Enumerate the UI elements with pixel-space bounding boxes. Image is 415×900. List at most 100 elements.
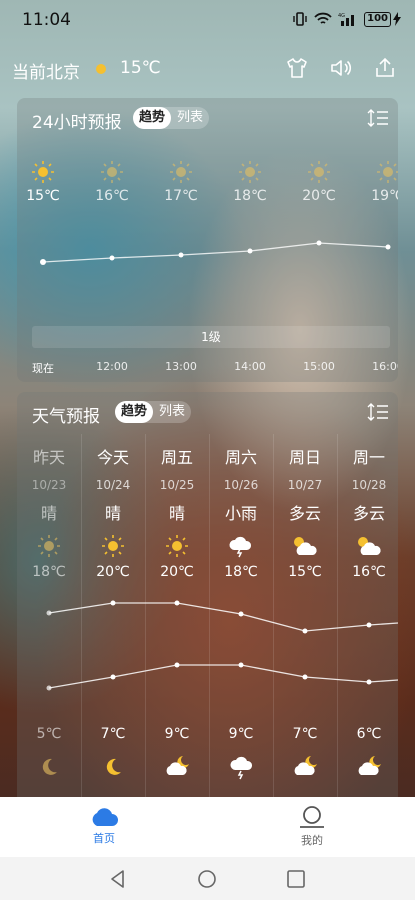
recents-icon[interactable] (286, 869, 306, 889)
day-high-temp: 16℃ (352, 564, 386, 580)
low-point (302, 674, 308, 680)
low-point (174, 662, 180, 668)
hourly-item: 20℃ (289, 160, 349, 204)
nav-home[interactable]: 首页 (64, 805, 144, 846)
day-high-temp: 18℃ (224, 564, 258, 580)
system-nav-bar (0, 857, 415, 900)
vibrate-icon (293, 12, 307, 26)
sun-icon (101, 161, 123, 183)
sun-icon (32, 161, 54, 183)
hourly-time: 13:00 (165, 360, 197, 373)
hourly-header: 24小时预报 趋势 列表 (17, 98, 398, 138)
cloud-sun-icon (294, 537, 317, 555)
sun-icon (377, 161, 398, 183)
location-label[interactable]: 当前北京 (12, 58, 80, 83)
toggle-list[interactable]: 列表 (171, 107, 209, 129)
current-temperature: 15℃ (120, 58, 161, 78)
nav-mine-label: 我的 (301, 834, 323, 847)
cloud-moon-icon (166, 756, 189, 775)
day-column[interactable]: 昨天 10/23 晴 (17, 432, 81, 562)
cloud-moon-icon (294, 756, 317, 775)
wifi-icon (314, 12, 332, 24)
day-condition: 晴 (168, 504, 185, 523)
home-icon[interactable] (197, 869, 217, 889)
high-point (174, 600, 180, 606)
sort-icon[interactable] (366, 401, 390, 423)
moon-icon (42, 758, 57, 775)
day-low-temp: 6℃ (356, 726, 382, 742)
day-high-temp: 20℃ (96, 564, 130, 580)
high-point (238, 611, 244, 617)
day-column[interactable]: 周六 10/26 小雨 (209, 432, 273, 562)
thunder-rain-icon (229, 536, 252, 558)
hourly-temp: 17℃ (164, 188, 198, 204)
day-name: 昨天 (32, 448, 65, 467)
sun-icon (102, 535, 124, 557)
low-point (110, 674, 116, 680)
day-date: 10/28 (351, 478, 387, 492)
hourly-title: 24小时预报 (32, 113, 122, 133)
day-low-temp: 7℃ (100, 726, 126, 742)
day-date: 10/23 (31, 478, 67, 492)
hourly-time: 16:00 (372, 360, 398, 373)
high-point (110, 600, 116, 606)
hourly-time: 12:00 (96, 360, 128, 373)
sort-icon[interactable] (366, 107, 390, 129)
day-column[interactable]: 周一 10/28 多云 (337, 432, 398, 562)
day-low-temp: 9℃ (228, 726, 254, 742)
toggle-list[interactable]: 列表 (153, 401, 191, 423)
toggle-trend[interactable]: 趋势 (133, 107, 172, 129)
day-column[interactable]: 今天 10/24 晴 (81, 432, 145, 562)
day-high-temp: 15℃ (288, 564, 322, 580)
day-condition: 多云 (352, 504, 385, 523)
low-point (366, 679, 372, 685)
back-icon[interactable] (108, 869, 128, 889)
day-name: 周日 (288, 448, 321, 467)
share-icon[interactable] (373, 56, 397, 80)
battery-level: 100 (364, 11, 391, 27)
signal-icon: 4G (338, 13, 355, 26)
hourly-view-toggle: 趋势 列表 (133, 107, 210, 129)
day-low-temp: 9℃ (164, 726, 190, 742)
daily-view-toggle: 趋势 列表 (115, 401, 192, 423)
hourly-temp-curve (40, 240, 391, 265)
hourly-item: 17℃ (151, 160, 211, 204)
svg-text:4G: 4G (338, 13, 345, 19)
toggle-trend[interactable]: 趋势 (115, 401, 154, 423)
clothing-icon[interactable] (285, 56, 309, 80)
moon-icon (106, 758, 121, 775)
hourly-time: 14:00 (234, 360, 266, 373)
wind-level-bar: 1级 (32, 326, 390, 348)
hourly-point (385, 244, 391, 250)
hourly-point (316, 240, 322, 246)
sun-icon (308, 161, 330, 183)
speaker-icon[interactable] (329, 56, 353, 80)
sun-icon (239, 161, 261, 183)
hourly-item: 18℃ (220, 160, 280, 204)
nav-home-label: 首页 (93, 832, 115, 845)
top-bar: 当前北京 15℃ (0, 52, 415, 88)
nav-mine[interactable]: 我的 (272, 805, 352, 848)
low-point (238, 662, 244, 668)
day-name: 周一 (352, 448, 385, 467)
battery-indicator: 100 (364, 11, 401, 27)
day-high-temp: 18℃ (32, 564, 66, 580)
day-high-temp: 20℃ (160, 564, 194, 580)
day-condition: 多云 (288, 504, 321, 523)
hourly-time: 现在 (32, 362, 54, 375)
cloud-sun-icon (358, 537, 381, 555)
status-time: 11:04 (22, 10, 71, 30)
day-name: 今天 (96, 448, 129, 467)
hourly-point (247, 248, 253, 254)
cloud-icon (92, 808, 118, 826)
day-date: 10/25 (159, 478, 195, 492)
hourly-temp: 19℃ (371, 188, 398, 204)
hourly-item: 16℃ (82, 160, 142, 204)
hourly-point (40, 259, 46, 265)
day-name: 周六 (224, 448, 257, 467)
top-actions (285, 56, 397, 80)
high-point (302, 628, 308, 634)
day-column[interactable]: 周五 10/25 晴 (145, 432, 209, 562)
hourly-temp: 16℃ (95, 188, 129, 204)
day-column[interactable]: 周日 10/27 多云 (273, 432, 337, 562)
